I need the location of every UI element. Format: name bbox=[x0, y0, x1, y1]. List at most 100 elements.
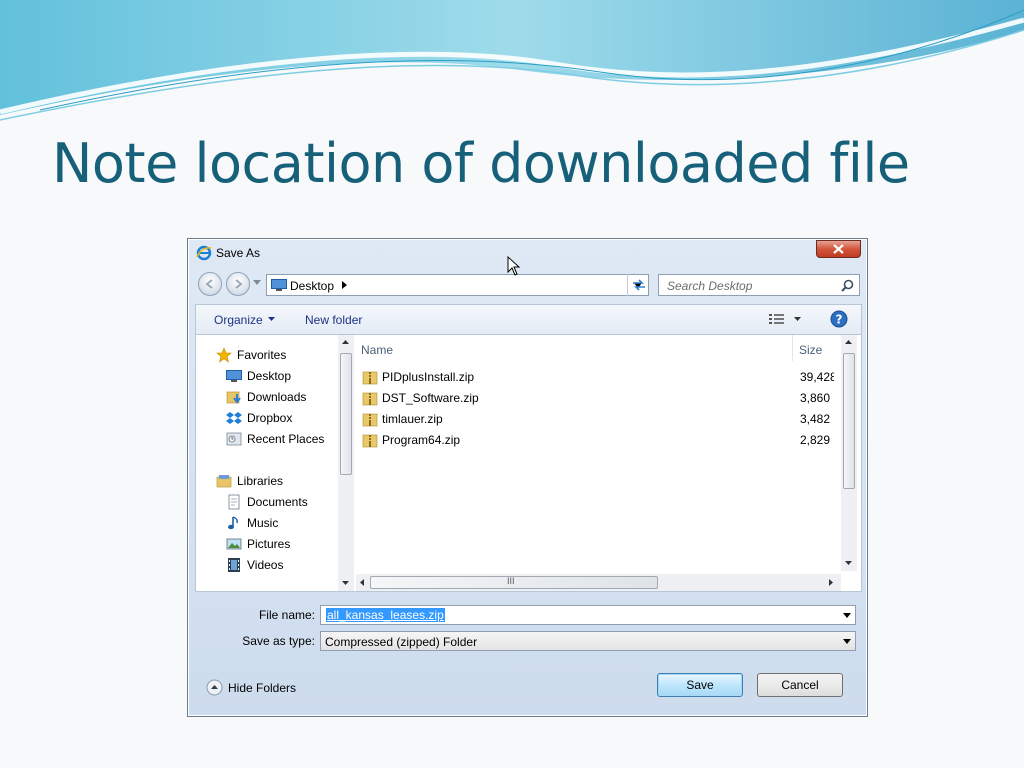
column-separator[interactable] bbox=[792, 335, 793, 361]
scrollbar-grip: III bbox=[507, 576, 515, 586]
refresh-button[interactable] bbox=[627, 274, 649, 296]
documents-icon bbox=[228, 494, 240, 510]
change-view-icon[interactable] bbox=[769, 313, 784, 326]
scrollbar-thumb[interactable]: III bbox=[370, 576, 658, 589]
search-icon[interactable] bbox=[841, 279, 854, 292]
dropbox-icon bbox=[226, 412, 242, 424]
internet-explorer-icon bbox=[196, 245, 212, 261]
file-list: Name Size PIDplusInstall.zip 39,428 DST_… bbox=[356, 335, 861, 591]
save-as-type-label: Save as type: bbox=[242, 634, 315, 648]
nav-item-label: Music bbox=[247, 516, 279, 530]
recent-places-icon bbox=[226, 432, 242, 446]
file-size: 2,829 bbox=[800, 433, 831, 447]
close-button[interactable] bbox=[816, 240, 861, 258]
view-dropdown-icon[interactable] bbox=[794, 317, 801, 321]
browser-content: Favorites Desktop Downloads Dropbox Rece… bbox=[195, 334, 862, 592]
column-header-size[interactable]: Size bbox=[799, 343, 822, 357]
save-as-type-value: Compressed (zipped) Folder bbox=[325, 635, 478, 649]
address-bar[interactable]: Desktop bbox=[266, 274, 649, 296]
nav-item-dropbox[interactable]: Dropbox bbox=[226, 411, 293, 425]
scroll-up-icon[interactable] bbox=[845, 340, 852, 344]
slide-title: Note location of downloaded file bbox=[52, 132, 910, 195]
cancel-button[interactable]: Cancel bbox=[757, 673, 843, 697]
save-as-type-dropdown-icon[interactable] bbox=[843, 639, 851, 644]
nav-favorites[interactable]: Favorites bbox=[216, 347, 287, 363]
dialog-titlebar[interactable]: Save As bbox=[188, 239, 867, 267]
pictures-icon bbox=[226, 538, 242, 550]
scrollbar-thumb[interactable] bbox=[340, 353, 352, 475]
file-row[interactable]: PIDplusInstall.zip 39,428 bbox=[356, 366, 836, 387]
hide-folders-label: Hide Folders bbox=[228, 681, 297, 695]
navigation-pane-scrollbar[interactable] bbox=[338, 335, 354, 591]
nav-item-label: Dropbox bbox=[247, 411, 293, 425]
dialog-title: Save As bbox=[216, 246, 261, 260]
file-list-horizontal-scrollbar[interactable]: III bbox=[356, 574, 841, 591]
back-button[interactable] bbox=[198, 272, 222, 296]
nav-item-label: Desktop bbox=[247, 369, 292, 383]
save-as-type-select[interactable]: Compressed (zipped) Folder bbox=[320, 631, 856, 651]
nav-item-downloads[interactable]: Downloads bbox=[226, 390, 307, 404]
nav-item-desktop[interactable]: Desktop bbox=[226, 369, 292, 383]
slide-wave-decoration bbox=[0, 0, 1024, 121]
new-folder-button[interactable]: New folder bbox=[305, 313, 362, 327]
scroll-left-icon[interactable] bbox=[360, 579, 364, 586]
scroll-right-icon[interactable] bbox=[829, 579, 833, 586]
file-row[interactable]: DST_Software.zip 3,860 bbox=[356, 387, 836, 408]
recent-locations-dropdown-icon[interactable] bbox=[253, 280, 261, 285]
breadcrumb-chevron-icon[interactable] bbox=[342, 281, 347, 289]
command-bar: Organize New folder ? bbox=[195, 304, 862, 334]
file-name: timlauer.zip bbox=[382, 412, 443, 426]
file-name-label: File name: bbox=[258, 608, 315, 622]
nav-item-documents[interactable]: Documents bbox=[228, 494, 308, 510]
save-button[interactable]: Save bbox=[657, 673, 743, 697]
help-icon[interactable]: ? bbox=[830, 310, 848, 328]
nav-item-music[interactable]: Music bbox=[228, 516, 279, 530]
address-location[interactable]: Desktop bbox=[290, 279, 334, 293]
file-name-value[interactable]: all_kansas_leases.zip bbox=[326, 608, 445, 622]
scroll-down-icon[interactable] bbox=[845, 561, 852, 565]
file-list-vertical-scrollbar[interactable] bbox=[841, 335, 857, 571]
close-icon bbox=[833, 244, 844, 254]
zip-folder-icon bbox=[362, 413, 378, 427]
desktop-icon bbox=[226, 370, 242, 382]
organize-dropdown-icon[interactable] bbox=[268, 317, 275, 321]
chevron-up-circle-icon bbox=[206, 679, 223, 696]
star-icon bbox=[216, 347, 232, 363]
zip-folder-icon bbox=[362, 392, 378, 406]
zip-folder-icon bbox=[362, 434, 378, 448]
scroll-down-icon[interactable] bbox=[342, 581, 349, 585]
file-size: 3,482 bbox=[800, 412, 831, 426]
mouse-pointer-icon bbox=[507, 256, 521, 276]
file-name: Program64.zip bbox=[382, 433, 461, 447]
navigation-pane: Favorites Desktop Downloads Dropbox Rece… bbox=[196, 335, 337, 591]
nav-item-label: Downloads bbox=[247, 390, 307, 404]
organize-button[interactable]: Organize bbox=[214, 313, 263, 327]
nav-item-label: Videos bbox=[247, 558, 284, 572]
back-arrow-icon bbox=[205, 279, 213, 289]
file-name-dropdown-icon[interactable] bbox=[843, 613, 851, 618]
file-name-input[interactable]: all_kansas_leases.zip bbox=[320, 605, 856, 625]
nav-item-pictures[interactable]: Pictures bbox=[226, 537, 290, 551]
nav-item-recent-places[interactable]: Recent Places bbox=[226, 432, 325, 446]
nav-libraries[interactable]: Libraries bbox=[216, 474, 284, 488]
scrollbar-thumb[interactable] bbox=[843, 353, 855, 489]
nav-item-label: Recent Places bbox=[247, 432, 325, 446]
desktop-icon bbox=[271, 279, 287, 291]
file-row[interactable]: timlauer.zip 3,482 bbox=[356, 408, 836, 429]
save-as-dialog: Save As Desktop Search Desktop Organize … bbox=[187, 238, 868, 717]
nav-favorites-label: Favorites bbox=[237, 348, 287, 362]
nav-item-videos[interactable]: Videos bbox=[228, 558, 284, 572]
search-box[interactable]: Search Desktop bbox=[658, 274, 860, 296]
libraries-icon bbox=[216, 475, 232, 488]
forward-button[interactable] bbox=[226, 272, 250, 296]
scroll-up-icon[interactable] bbox=[342, 340, 349, 344]
film-strip-icon bbox=[228, 558, 240, 572]
nav-libraries-label: Libraries bbox=[237, 474, 284, 488]
column-header-name[interactable]: Name bbox=[361, 343, 393, 357]
file-name: PIDplusInstall.zip bbox=[382, 370, 475, 384]
navigation-row: Desktop Search Desktop bbox=[188, 272, 867, 298]
music-note-icon bbox=[228, 516, 238, 530]
forward-arrow-icon bbox=[235, 279, 243, 289]
file-row[interactable]: Program64.zip 2,829 bbox=[356, 429, 836, 450]
downloads-folder-icon bbox=[226, 391, 241, 404]
